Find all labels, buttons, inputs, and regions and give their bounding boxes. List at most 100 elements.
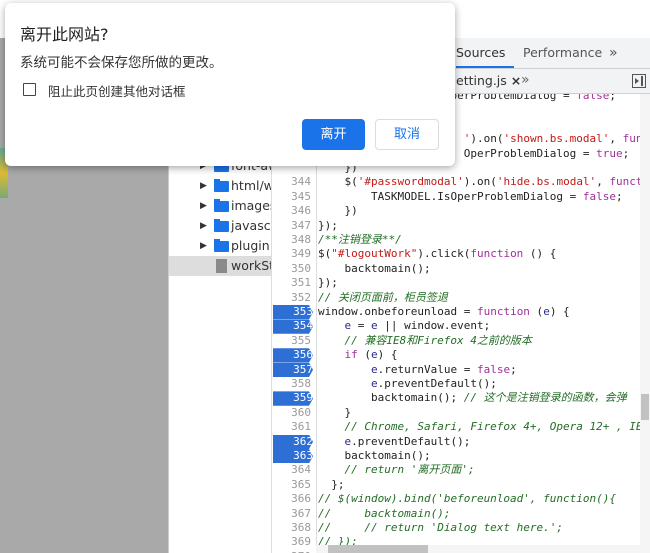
code-text: window.onbeforeunload = function (e) { [318, 305, 570, 319]
code-line: 354 e = e || window.event; [271, 319, 640, 334]
code-token: func [622, 132, 640, 146]
code-token: ; [510, 362, 517, 376]
code-token: , [609, 132, 623, 146]
toggle-debugger-icon[interactable] [632, 74, 646, 88]
code-text: e.preventDefault(); [318, 435, 471, 449]
cancel-button[interactable]: 取消 [375, 119, 439, 150]
line-number[interactable]: 369 [271, 535, 311, 549]
code-token: backtomain(); [318, 261, 431, 275]
code-token: = [351, 319, 371, 333]
line-number[interactable]: 365 [271, 478, 311, 492]
line-number[interactable]: 350 [271, 262, 311, 276]
code-line: 346 }) [271, 204, 640, 218]
code-token: ; [616, 189, 623, 203]
code-line: 360 } [271, 406, 640, 420]
breakpoint-marker[interactable]: 356 [273, 348, 313, 363]
code-token: ; [622, 146, 630, 160]
code-token: ).on( [470, 132, 504, 146]
code-line: 357 e.returnValue = false; [271, 362, 640, 377]
line-number[interactable]: 368 [271, 521, 311, 535]
dialog-title: 离开此网站? [20, 25, 109, 44]
code-text: e.returnValue = false; [318, 363, 517, 377]
breakpoint-marker[interactable]: 353 [273, 305, 313, 320]
tree-item-images[interactable]: ▶ images [169, 196, 271, 216]
file-icon [216, 259, 227, 273]
code-text: /**注销登录**/ [318, 233, 402, 247]
code-text: // 关闭页面前，柜员签退 [318, 291, 448, 305]
code-text: // return '离开页面'; [318, 463, 474, 477]
line-number[interactable]: 351 [271, 276, 311, 290]
tree-item-plugin[interactable]: ▶ plugin [169, 236, 271, 256]
code-token: // 这个是注销登录的函数，会弹 [463, 391, 627, 405]
code-token: , [596, 175, 610, 189]
leave-button[interactable]: 离开 [302, 119, 365, 150]
breakpoint-marker[interactable]: 363 [273, 449, 313, 464]
expand-arrow-icon[interactable]: ▶ [200, 216, 207, 236]
code-token: e [543, 305, 550, 318]
code-token: e [370, 377, 378, 390]
line-number[interactable]: 355 [271, 334, 311, 348]
expand-arrow-icon[interactable]: ▶ [200, 236, 207, 256]
code-token: true [596, 146, 623, 160]
line-number[interactable]: 344 [271, 175, 311, 189]
tree-item-label: images [231, 198, 271, 213]
more-files-button[interactable]: » [521, 72, 530, 88]
line-number[interactable]: 352 [271, 291, 311, 305]
line-number[interactable]: 348 [271, 233, 311, 247]
line-number[interactable]: 367 [271, 507, 311, 521]
breakpoint-marker[interactable]: 359 [273, 391, 313, 406]
line-number[interactable]: 361 [271, 420, 311, 434]
line-number[interactable]: 360 [271, 406, 311, 420]
file-tab[interactable]: etting.js × [456, 73, 521, 88]
code-line: 356 if (e) { [271, 348, 640, 363]
code-token: 'shown.bs.modal' [503, 132, 610, 146]
scrollbar-thumb[interactable] [328, 545, 428, 553]
code-text: $('#passwordmodal').on('hide.bs.modal', … [318, 175, 640, 189]
code-line: 347}); [271, 219, 640, 233]
code-text: // $(window).bind('beforeunload', functi… [318, 492, 616, 506]
checkbox-label[interactable]: 阻止此页创建其他对话框 [48, 81, 186, 100]
expand-arrow-icon[interactable]: ▶ [200, 176, 207, 196]
code-line: 351}); [271, 276, 640, 290]
code-line: 348 /**注销登录**/ [271, 233, 640, 247]
close-icon[interactable]: × [511, 73, 521, 88]
more-tabs-button[interactable]: » [609, 38, 618, 68]
code-line: 368 // // return 'Dialog text here.'; [271, 521, 640, 535]
code-token: e [370, 362, 378, 376]
tree-item-worksta[interactable]: workSta [169, 256, 271, 276]
code-token: }); [318, 218, 338, 232]
breakpoint-marker[interactable]: 354 [273, 319, 313, 334]
breakpoint-marker[interactable]: 357 [273, 362, 313, 377]
code-token: e [371, 319, 378, 333]
line-number[interactable]: 358 [271, 377, 311, 391]
code-token: ( [529, 305, 544, 318]
expand-arrow-icon[interactable]: ▶ [200, 196, 207, 216]
line-number[interactable]: 347 [271, 219, 311, 233]
vertical-scrollbar[interactable] [640, 94, 650, 553]
code-token: // 关闭页面前，柜员签退 [318, 290, 448, 304]
line-number[interactable]: 345 [271, 190, 311, 204]
code-text: TASKMODEL.IsOperProblemDialog = false; [318, 190, 623, 204]
line-number[interactable]: 364 [271, 463, 311, 477]
scrollbar-thumb[interactable] [641, 394, 649, 420]
breakpoint-marker[interactable]: 362 [273, 434, 313, 449]
code-token: function [476, 305, 530, 318]
code-text: backtomain(); [318, 261, 431, 276]
line-number[interactable]: 349 [271, 247, 311, 261]
horizontal-scrollbar[interactable] [316, 545, 640, 553]
line-number[interactable]: 346 [271, 204, 311, 218]
code-text: // // return 'Dialog text here.'; [318, 521, 563, 535]
code-line: 345 TASKMODEL.IsOperProblemDialog = fals… [271, 190, 640, 204]
code-line: 350 backtomain(); [271, 262, 640, 276]
prevent-dialogs-checkbox[interactable] [23, 83, 36, 96]
tab-performance[interactable]: Performance [523, 38, 602, 68]
code-token: } [318, 405, 352, 419]
code-text: // 兼容IE8和Firefox 4之前的版本 [318, 334, 531, 348]
tree-item-javascri[interactable]: ▶ javascri [169, 216, 271, 236]
tree-item-htmlw[interactable]: ▶ html/w [169, 176, 271, 196]
line-number[interactable]: 366 [271, 492, 311, 506]
tab-sources[interactable]: Sources [456, 38, 514, 68]
